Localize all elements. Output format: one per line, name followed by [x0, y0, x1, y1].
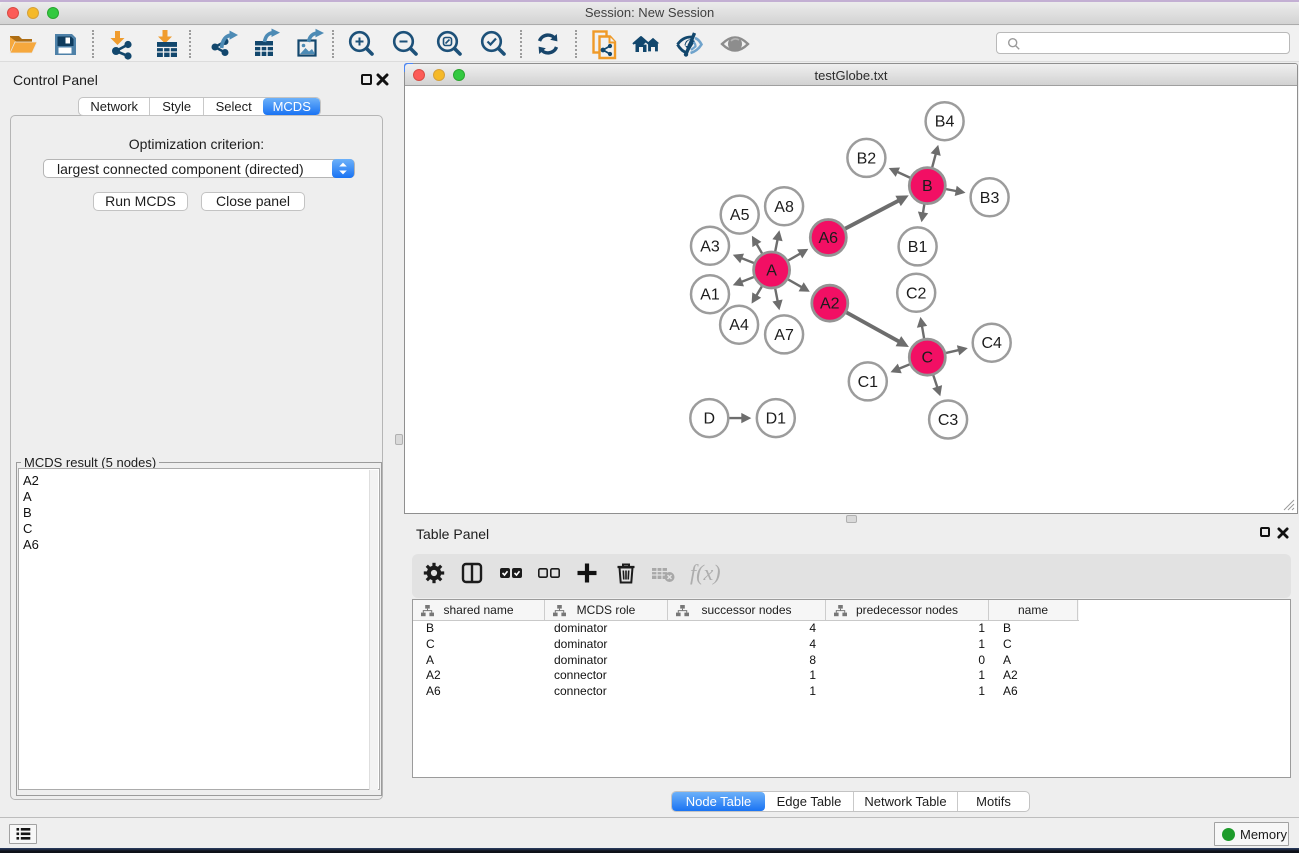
svg-text:B3: B3: [980, 190, 1000, 207]
svg-text:A7: A7: [774, 327, 794, 344]
svg-text:B4: B4: [935, 114, 955, 131]
svg-text:B1: B1: [908, 239, 928, 256]
svg-text:A6: A6: [819, 230, 839, 247]
svg-text:A8: A8: [774, 199, 794, 216]
svg-text:D: D: [704, 411, 716, 428]
svg-text:A5: A5: [730, 207, 750, 224]
svg-text:A2: A2: [820, 296, 840, 313]
svg-text:A: A: [766, 263, 777, 280]
svg-text:C: C: [922, 350, 934, 367]
svg-text:A3: A3: [700, 238, 720, 255]
svg-text:C1: C1: [858, 374, 879, 391]
svg-text:B: B: [922, 178, 933, 195]
svg-text:C2: C2: [906, 285, 927, 302]
svg-text:C3: C3: [938, 412, 959, 429]
svg-text:B2: B2: [857, 150, 877, 167]
svg-text:C4: C4: [981, 335, 1002, 352]
svg-text:A1: A1: [700, 287, 720, 304]
svg-text:D1: D1: [766, 411, 787, 428]
svg-text:A4: A4: [729, 317, 749, 334]
